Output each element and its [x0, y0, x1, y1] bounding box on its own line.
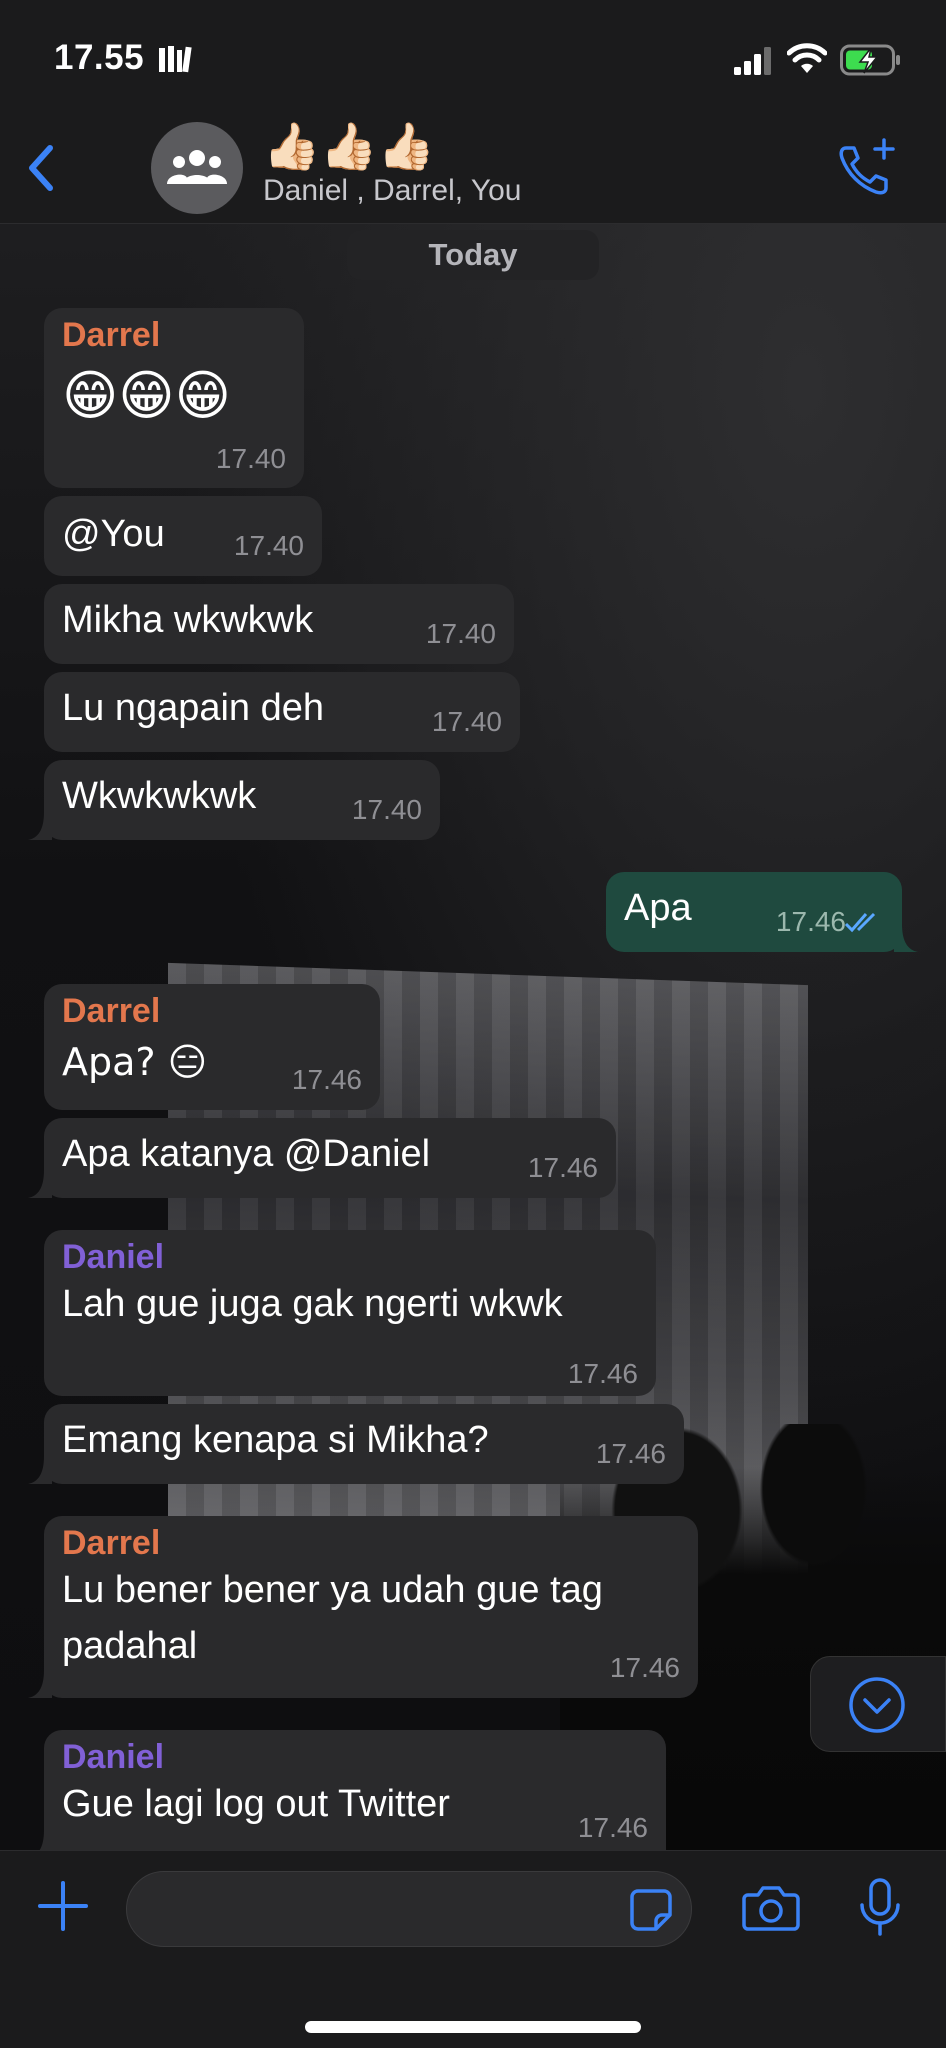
message-time: 17.46	[291, 1064, 362, 1095]
message-text: 😁😁😁	[62, 364, 231, 427]
camera-button[interactable]	[742, 1883, 800, 1933]
message-bubble[interactable]: Emang kenapa si Mikha? 17.46	[28, 1404, 684, 1484]
date-separator: Today	[347, 230, 599, 280]
message-bubble[interactable]: Darrel Apa? 😑 17.46	[44, 984, 380, 1110]
message-sender: Darrel	[62, 992, 161, 1030]
message-text: Mikha wkwkwk	[62, 599, 314, 641]
message-text-line-2: padahal	[62, 1625, 198, 1667]
message-sender: Darrel	[62, 316, 161, 354]
status-time: 17.55	[54, 38, 145, 77]
bubble-tail	[28, 1170, 52, 1198]
home-indicator[interactable]	[305, 2021, 641, 2033]
bubble-tail	[894, 924, 918, 952]
message-time: 17.46	[577, 1812, 648, 1843]
message-bubble-outgoing[interactable]: Apa 17.46	[606, 872, 918, 952]
status-bar: 17.55	[0, 0, 946, 118]
message-text: Apa katanya @Daniel	[62, 1133, 431, 1175]
message-text: Wkwkwkwk	[62, 775, 257, 817]
attach-plus-button[interactable]	[36, 1879, 90, 1933]
group-members[interactable]: Daniel , Darrel, You	[263, 174, 522, 208]
sticker-button[interactable]	[628, 1887, 674, 1933]
group-icon	[167, 150, 227, 184]
message-text: Lah gue juga gak ngerti wkwk	[62, 1283, 563, 1325]
message-time: 17.40	[431, 706, 502, 737]
message-bubble[interactable]: Lu ngapain deh 17.40	[44, 672, 520, 752]
message-bubble[interactable]: Daniel Gue lagi log out Twitter 17.46	[39, 1730, 666, 1850]
scroll-to-bottom-button[interactable]	[810, 1656, 946, 1752]
message-text: Apa	[624, 887, 692, 929]
cellular-signal-icon	[734, 47, 771, 75]
message-bubble[interactable]: Apa katanya @Daniel 17.46	[28, 1118, 616, 1198]
message-sender: Darrel	[62, 1524, 161, 1562]
message-text: @You	[62, 513, 165, 555]
message-text: Lu bener bener ya udah gue tag	[62, 1569, 603, 1611]
chat-area[interactable]: Today Darrel 😁😁😁 17.40 @You 17.40 Mikha …	[0, 224, 946, 1850]
message-bubble[interactable]: @You 17.40	[44, 496, 322, 576]
message-time: 17.46	[609, 1652, 680, 1683]
group-name[interactable]: 👍🏻👍🏻👍🏻	[263, 120, 435, 172]
read-receipt-icon	[844, 912, 876, 933]
message-text: Gue lagi log out Twitter	[62, 1783, 450, 1825]
message-bubble[interactable]: Darrel Lu bener bener ya udah gue tag pa…	[28, 1516, 698, 1698]
message-time: 17.40	[351, 794, 422, 825]
message-bubble[interactable]: Darrel 😁😁😁 17.40	[44, 308, 304, 488]
wifi-icon	[787, 43, 827, 73]
input-bar	[0, 1850, 946, 2048]
message-text: Apa? 😑	[62, 1040, 208, 1084]
message-time: 17.46	[595, 1438, 666, 1469]
message-text: Emang kenapa si Mikha?	[62, 1419, 489, 1461]
message-time: 17.46	[527, 1152, 598, 1183]
back-button[interactable]	[16, 138, 64, 198]
message-bubble[interactable]: Mikha wkwkwk 17.40	[44, 584, 514, 664]
message-time: 17.46	[567, 1358, 638, 1389]
group-avatar[interactable]	[151, 122, 243, 214]
message-bubble[interactable]: Daniel Lah gue juga gak ngerti wkwk 17.4…	[44, 1230, 656, 1396]
message-time: 17.46	[775, 906, 846, 937]
message-sender: Daniel	[62, 1238, 165, 1276]
bubble-tail	[28, 812, 52, 840]
message-time: 17.40	[425, 618, 496, 649]
battery-charging-icon	[840, 44, 900, 76]
bubble-tail	[28, 1670, 52, 1698]
message-sender: Daniel	[62, 1738, 165, 1776]
message-text: Lu ngapain deh	[62, 687, 325, 729]
chevron-down-icon	[849, 1677, 905, 1733]
bubble-tail	[28, 1456, 52, 1484]
mic-button[interactable]	[858, 1877, 902, 1937]
chat-header: 👍🏻👍🏻👍🏻 Daniel , Darrel, You	[0, 118, 946, 224]
books-icon	[159, 46, 192, 73]
add-call-button[interactable]	[834, 136, 898, 200]
message-input[interactable]	[126, 1871, 692, 1947]
message-bubble[interactable]: Wkwkwkwk 17.40	[28, 760, 440, 840]
message-time: 17.40	[215, 443, 286, 474]
message-time: 17.40	[233, 530, 304, 561]
bubble-tail	[39, 1830, 52, 1850]
